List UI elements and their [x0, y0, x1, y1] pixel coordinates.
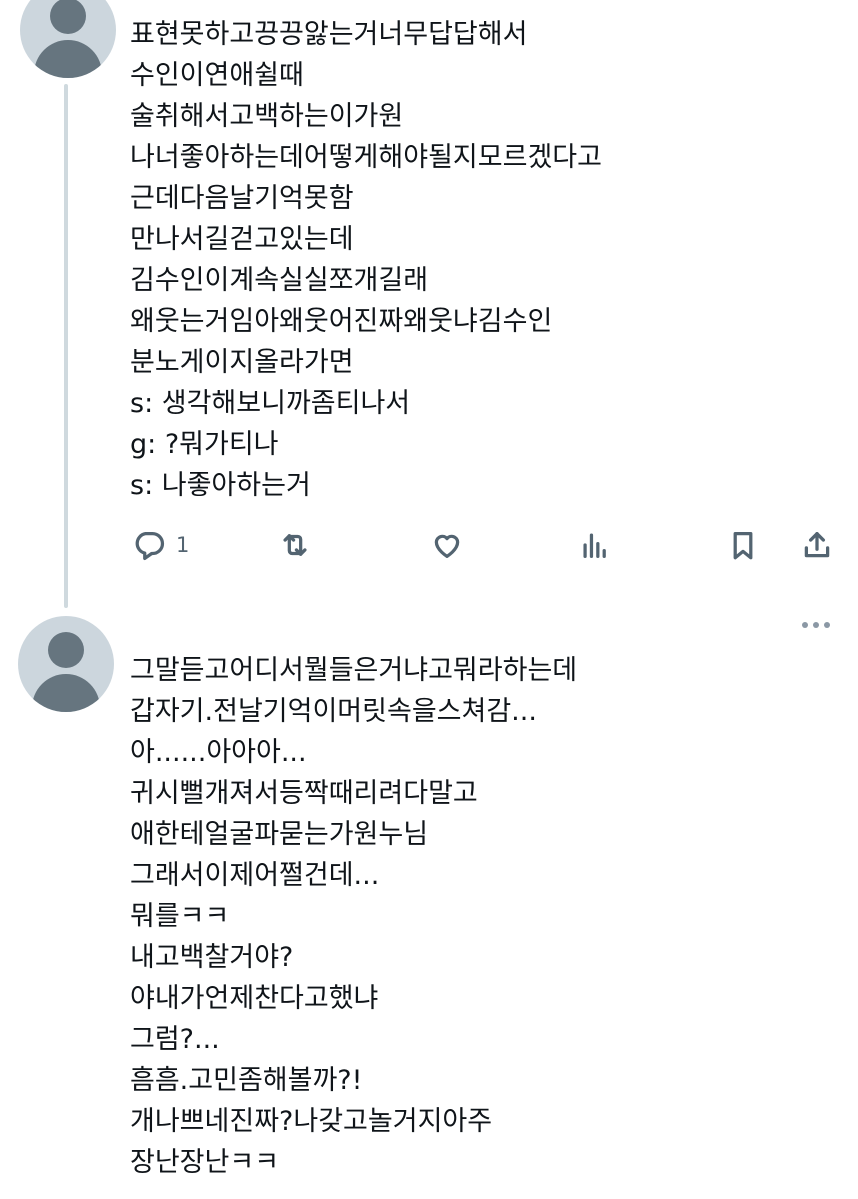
tweet-line: 근데다음날기억못함: [130, 183, 354, 214]
tweet-line: 개나쁘네진짜?나갖고놀거지아주: [130, 1106, 493, 1137]
tweet-line: 야내가언제찬다고했냐: [130, 983, 379, 1014]
heart-icon: [434, 534, 460, 558]
tweet-line: s: 생각해보니까좀티나서: [130, 388, 411, 419]
tweet-line: 표현못하고끙끙앓는거너무답답해서: [130, 19, 528, 50]
tweet-line: 나너좋아하는데어떻게해야될지모르겠다고: [130, 142, 602, 173]
avatar-head: [48, 632, 84, 668]
more-icon: [813, 622, 819, 628]
tweet-line: 갑자기.전날기억이머릿속을스쳐감...: [130, 696, 537, 727]
tweet-line: s: 나좋아하는거: [130, 470, 311, 501]
reply-button[interactable]: 1: [132, 522, 189, 568]
tweet-line: 내고백찰거야?: [130, 942, 294, 973]
share-button[interactable]: [800, 522, 834, 568]
reply-count: 1: [176, 533, 190, 557]
tweet-actions: 1: [130, 522, 836, 568]
reply-icon: [135, 532, 165, 561]
more-options-button[interactable]: [802, 622, 830, 628]
retweet-button[interactable]: [278, 522, 312, 568]
tweet-line: 그말듣고어디서뭘들은거냐고뭐라하는데: [130, 655, 578, 686]
tweet-line: 술취해서고백하는이가원: [130, 101, 404, 132]
like-button[interactable]: [430, 522, 464, 568]
tweet-text: 그말듣고어디서뭘들은거냐고뭐라하는데 갑자기.전날기억이머릿속을스쳐감... 아…: [130, 650, 577, 1183]
tweet-line: 만나서길걷고있는데: [130, 224, 354, 255]
thread-line: [64, 84, 68, 608]
tweet-text: 표현못하고끙끙앓는거너무답답해서 수인이연애쉴때 술취해서고백하는이가원 나너좋…: [130, 14, 602, 506]
tweet-line: 뭐를ㅋㅋ: [130, 901, 230, 932]
tweet-line: 애한테얼굴파묻는가원누님: [130, 819, 429, 850]
tweet-line: 장난장난ㅋㅋ: [130, 1147, 280, 1178]
tweet-line: 수인이연애쉴때: [130, 60, 304, 91]
tweet-line: 흠흠.고민좀해볼까?!: [130, 1065, 363, 1096]
tweet-line: 분노게이지올라가면: [130, 347, 354, 378]
avatar-body: [34, 40, 102, 78]
retweet-icon: [283, 534, 307, 556]
avatar-head: [50, 0, 86, 34]
tweet-line: 김수인이계속실실쪼개길래: [130, 265, 429, 296]
more-icon: [824, 622, 830, 628]
views-button[interactable]: [578, 522, 612, 568]
more-icon: [802, 622, 808, 628]
tweet-line: 아......아아아...: [130, 737, 307, 768]
avatar-body: [32, 674, 100, 712]
tweet-line: g: ?뭐가티나: [130, 429, 279, 460]
views-icon: [583, 533, 606, 558]
tweet-line: 그래서이제어쩔건데...: [130, 860, 380, 891]
tweet-line: 귀시뻘개져서등짝때리려다말고: [130, 778, 478, 809]
bookmark-icon: [733, 532, 753, 560]
avatar[interactable]: [20, 0, 116, 78]
tweet-line: 왜웃는거임아왜웃어진짜왜웃냐김수인: [130, 306, 553, 337]
tweet-line: 그럼?...: [130, 1024, 220, 1055]
bookmark-button[interactable]: [726, 522, 760, 568]
avatar[interactable]: [18, 616, 114, 712]
share-icon: [804, 532, 830, 558]
